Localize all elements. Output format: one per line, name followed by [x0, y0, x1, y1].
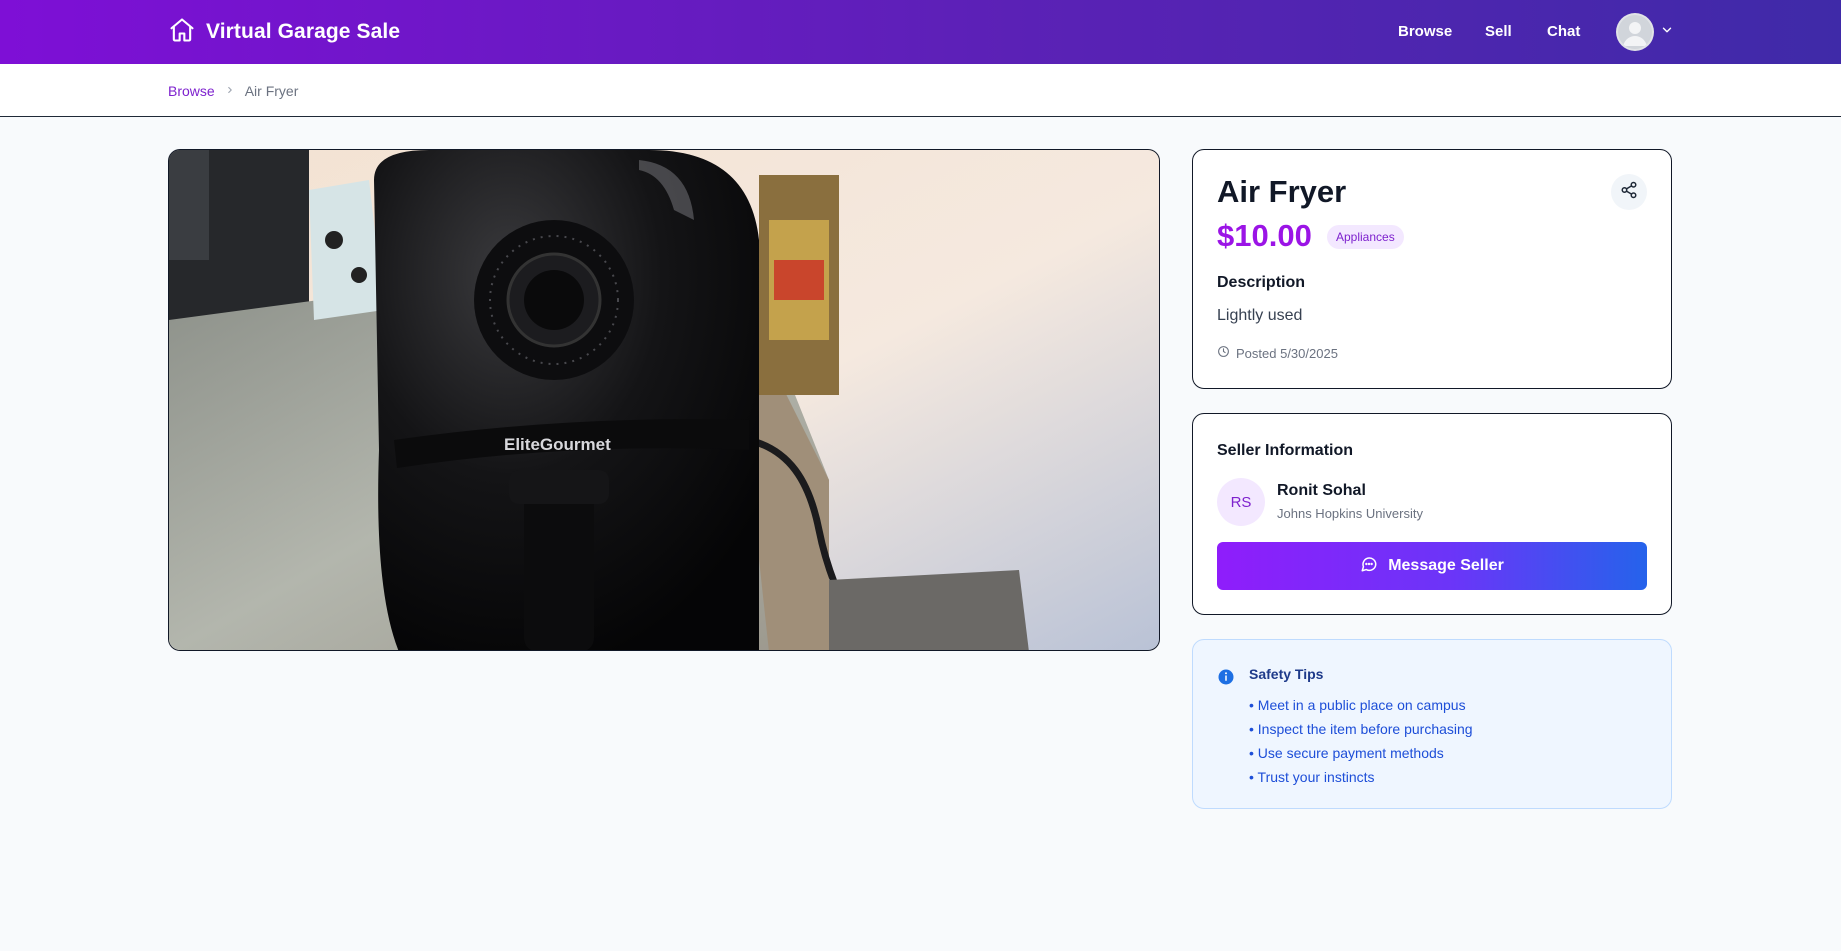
- chevron-right-icon: [225, 83, 235, 98]
- top-navigation-bar: Virtual Garage Sale Browse Sell Chat: [0, 0, 1841, 64]
- safety-tips-panel: Safety Tips • Meet in a public place on …: [1192, 639, 1672, 809]
- listing-details-card: Air Fryer $10.00 Appliances Description …: [1192, 149, 1672, 389]
- breadcrumb-bar: Browse Air Fryer: [0, 64, 1841, 117]
- safety-tip-item: • Meet in a public place on campus: [1249, 697, 1466, 713]
- listing-price: $10.00: [1217, 218, 1312, 253]
- account-menu-button[interactable]: [1616, 13, 1674, 51]
- home-icon: [168, 16, 196, 49]
- nav-sell-link[interactable]: Sell: [1485, 23, 1512, 40]
- posted-date: Posted 5/30/2025: [1217, 345, 1338, 361]
- seller-school: Johns Hopkins University: [1277, 506, 1423, 521]
- message-seller-button[interactable]: Message Seller: [1217, 542, 1647, 590]
- clock-icon: [1217, 345, 1230, 361]
- product-photo: EliteGourmet: [168, 149, 1160, 651]
- nav-browse-link[interactable]: Browse: [1398, 23, 1452, 40]
- seller-info-card: Seller Information RS Ronit Sohal Johns …: [1192, 413, 1672, 615]
- description-text: Lightly used: [1217, 307, 1303, 324]
- category-badge: Appliances: [1327, 225, 1404, 249]
- safety-tip-item: • Inspect the item before purchasing: [1249, 721, 1473, 737]
- share-button[interactable]: [1611, 174, 1647, 210]
- seller-avatar: RS: [1217, 478, 1265, 526]
- photo-brand-text: EliteGourmet: [504, 435, 611, 454]
- seller-heading: Seller Information: [1217, 442, 1354, 459]
- posted-date-text: Posted 5/30/2025: [1236, 345, 1338, 361]
- brand-title: Virtual Garage Sale: [206, 20, 401, 43]
- chevron-down-icon: [1660, 23, 1674, 42]
- description-heading: Description: [1217, 274, 1306, 291]
- safety-tip-item: • Use secure payment methods: [1249, 745, 1444, 761]
- share-icon: [1620, 181, 1638, 204]
- seller-name: Ronit Sohal: [1277, 482, 1366, 499]
- safety-tip-item: • Trust your instincts: [1249, 769, 1375, 785]
- nav-chat-link[interactable]: Chat: [1547, 23, 1580, 40]
- chat-bubble-icon: [1360, 555, 1378, 578]
- user-avatar: [1616, 13, 1654, 51]
- breadcrumb-current: Air Fryer: [244, 82, 299, 99]
- listing-title: Air Fryer: [1217, 174, 1347, 209]
- safety-tips-title: Safety Tips: [1249, 666, 1324, 682]
- brand-home-link[interactable]: Virtual Garage Sale: [168, 16, 400, 48]
- safety-tips-list: • Meet in a public place on campus • Ins…: [1249, 693, 1473, 789]
- breadcrumb: Browse Air Fryer: [168, 64, 298, 117]
- message-seller-label: Message Seller: [1388, 557, 1504, 574]
- breadcrumb-browse-link[interactable]: Browse: [168, 83, 215, 99]
- info-icon: [1217, 668, 1235, 691]
